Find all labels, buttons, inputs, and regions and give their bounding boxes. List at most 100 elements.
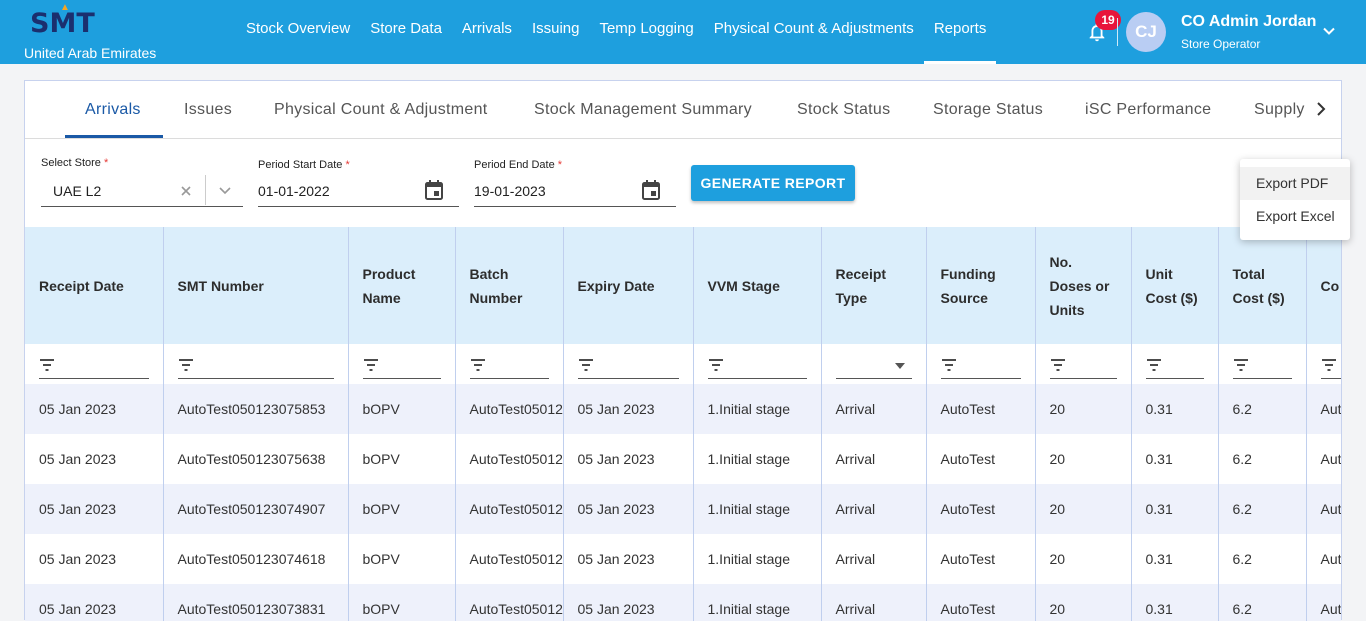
cell-unit-cost: 0.31 [1130,584,1218,621]
tab-arrivals[interactable]: Arrivals [85,81,141,139]
cell-product-name: bOPV [347,484,455,534]
table-row[interactable]: 05 Jan 2023 AutoTest050123073831 bOPV Au… [25,584,1341,621]
cell-product-name: bOPV [347,384,455,434]
calendar-icon[interactable] [641,179,661,201]
cell-receipt-date: 05 Jan 2023 [25,584,163,621]
column-filter-input[interactable] [1320,356,1341,379]
column-header[interactable]: Unit Cost ($) [1130,227,1218,344]
column-filter-input[interactable] [1145,356,1204,379]
column-filter-input[interactable] [177,356,334,379]
cell-receipt-date: 05 Jan 2023 [25,484,163,534]
calendar-icon[interactable] [424,179,444,201]
cell-receipt-type: Arrival [820,584,926,621]
cell-vvm-stage: 1.Initial stage [692,534,821,584]
column-header[interactable]: Batch Number [454,227,563,344]
arrivals-report-table: Receipt Date SMT Number Product Name Bat… [25,227,1341,621]
tab-supply[interactable]: Supply [1254,81,1305,139]
nav-item-arrivals[interactable]: Arrivals [452,0,522,64]
column-header[interactable]: Product Name [347,227,455,344]
cell-co: AutoTest 230 [1305,384,1341,434]
header-divider [1117,18,1118,46]
column-filter-input[interactable] [1232,356,1292,379]
table-row[interactable]: 05 Jan 2023 AutoTest050123074907 bOPV Au… [25,484,1341,534]
nav-item-issuing[interactable]: Issuing [522,0,590,64]
tab-isc-performance[interactable]: iSC Performance [1085,81,1211,139]
column-header[interactable]: Expiry Date [562,227,693,344]
table-header-row: Receipt Date SMT Number Product Name Bat… [25,227,1341,344]
column-header[interactable]: SMT Number [162,227,348,344]
generate-report-button[interactable]: GENERATE REPORT [691,165,855,201]
nav-item-stock-overview[interactable]: Stock Overview [236,0,360,64]
store-label: Select Store * [41,157,109,169]
tab-stock-management-summary[interactable]: Stock Management Summary [534,81,752,139]
filter-icon [470,359,485,371]
export-pdf-item[interactable]: Export PDF [1240,167,1350,200]
cell-product-name: bOPV [347,534,455,584]
column-header[interactable]: Co [1305,227,1341,344]
avatar[interactable]: CJ [1126,12,1166,52]
chevron-down-icon[interactable] [1322,24,1336,38]
export-excel-item[interactable]: Export Excel [1240,200,1350,233]
filter-icon [941,359,956,371]
cell-receipt-date: 05 Jan 2023 [25,434,163,484]
select-divider [205,175,206,205]
end-date-input[interactable]: 19-01-2023 [474,173,676,207]
tab-physical-count-adjustment[interactable]: Physical Count & Adjustment [274,81,488,139]
cell-total-cost: 6.2 [1217,384,1306,434]
column-filter-input[interactable] [577,356,679,379]
user-role: Store Operator [1181,37,1261,51]
tab-issues[interactable]: Issues [184,81,232,139]
report-tabs: Arrivals Issues Physical Count & Adjustm… [25,81,1341,139]
column-header[interactable]: Receipt Type [820,227,926,344]
table-row[interactable]: 05 Jan 2023 AutoTest050123075638 bOPV Au… [25,434,1341,484]
export-menu: Export PDF Export Excel [1240,159,1350,240]
nav-item-store-data[interactable]: Store Data [360,0,452,64]
chevron-right-icon[interactable] [1311,99,1331,119]
cell-funding-source: AutoTest [925,384,1035,434]
column-filter-input[interactable] [707,356,807,379]
cell-unit-cost: 0.31 [1130,534,1218,584]
column-filter-input[interactable] [1049,356,1117,379]
cell-smt-number: AutoTest050123074618 [162,534,348,584]
tab-storage-status[interactable]: Storage Status [933,81,1043,139]
cell-vvm-stage: 1.Initial stage [692,434,821,484]
filter-icon [178,359,193,371]
active-tab-indicator [65,135,163,138]
cell-receipt-type: Arrival [820,434,926,484]
column-header[interactable]: Funding Source [925,227,1035,344]
table-row[interactable]: 05 Jan 2023 AutoTest050123075853 bOPV Au… [25,384,1341,434]
chevron-down-icon[interactable] [218,185,232,197]
column-filter-input[interactable] [362,356,441,379]
tab-stock-status[interactable]: Stock Status [797,81,890,139]
nav-item-physical-count[interactable]: Physical Count & Adjustments [704,0,924,64]
nav-item-reports[interactable]: Reports [923,0,997,64]
column-filter-input[interactable] [39,356,149,379]
cell-receipt-type: Arrival [820,484,926,534]
cell-unit-cost: 0.31 [1130,384,1218,434]
column-header[interactable]: Receipt Date [25,227,163,344]
cell-smt-number: AutoTest050123073831 [162,584,348,621]
filter-icon [1321,359,1336,371]
filter-row [25,344,1341,384]
filter-icon [363,359,378,371]
cell-unit-cost: 0.31 [1130,434,1218,484]
cell-total-cost: 6.2 [1217,584,1306,621]
store-select[interactable]: UAE L2 [41,173,243,207]
column-header[interactable]: Total Cost ($) [1217,227,1306,344]
cell-funding-source: AutoTest [925,534,1035,584]
cell-total-cost: 6.2 [1217,484,1306,534]
receipt-type-filter-select[interactable] [835,356,912,379]
column-filter-input[interactable] [940,356,1021,379]
start-date-input[interactable]: 01-01-2022 [258,173,459,207]
column-header[interactable]: No. Doses or Units [1034,227,1131,344]
cell-vvm-stage: 1.Initial stage [692,484,821,534]
column-filter-input[interactable] [469,356,549,379]
table-row[interactable]: 05 Jan 2023 AutoTest050123074618 bOPV Au… [25,534,1341,584]
cell-expiry-date: 05 Jan 2023 [562,534,693,584]
nav-item-temp-logging[interactable]: Temp Logging [589,0,703,64]
user-name[interactable]: CO Admin Jordan [1181,13,1316,31]
clear-icon[interactable] [180,185,192,197]
cell-co: AutoTest 230 [1305,534,1341,584]
main-nav: Stock Overview Store Data Arrivals Issui… [236,0,996,64]
column-header[interactable]: VVM Stage [692,227,821,344]
